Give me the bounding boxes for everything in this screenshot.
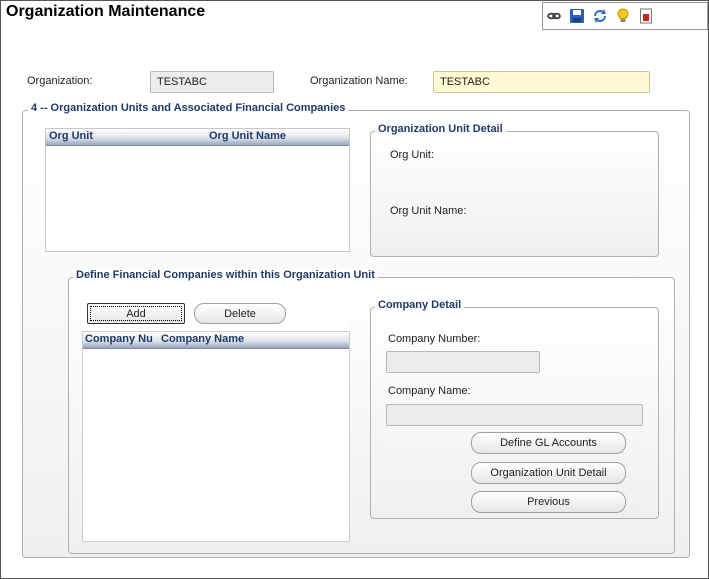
delete-button[interactable]: Delete: [194, 303, 286, 324]
column-header-org-unit-name[interactable]: Org Unit Name: [209, 130, 286, 142]
main-window: Organization Maintenance Organization: T…: [0, 0, 709, 579]
organization-name-field[interactable]: TESTABC: [433, 71, 650, 93]
link-icon[interactable]: [545, 7, 563, 25]
organization-name-label: Organization Name:: [310, 75, 408, 87]
company-name-field[interactable]: [386, 404, 643, 426]
organization-unit-detail-button[interactable]: Organization Unit Detail: [471, 462, 626, 484]
add-button[interactable]: Add: [87, 303, 185, 324]
save-icon[interactable]: [568, 7, 586, 25]
org-unit-grid-header: Org Unit Org Unit Name: [46, 129, 349, 146]
company-number-field[interactable]: [386, 351, 540, 373]
organization-label: Organization:: [27, 75, 93, 87]
lightbulb-icon[interactable]: [614, 7, 632, 25]
financial-companies-legend: Define Financial Companies within this O…: [73, 269, 378, 281]
page-title: Organization Maintenance: [6, 3, 206, 20]
column-header-org-unit[interactable]: Org Unit: [49, 130, 93, 142]
company-number-label: Company Number:: [388, 333, 481, 345]
org-unit-detail-legend: Organization Unit Detail: [375, 123, 506, 135]
org-units-legend: 4 -- Organization Units and Associated F…: [28, 102, 349, 114]
org-unit-name-label: Org Unit Name:: [390, 205, 467, 217]
column-header-company-name[interactable]: Company Name: [161, 333, 244, 345]
company-detail-legend: Company Detail: [375, 299, 465, 311]
organization-field[interactable]: TESTABC: [150, 71, 274, 93]
previous-button[interactable]: Previous: [471, 491, 626, 513]
toolbar: [542, 2, 708, 30]
refresh-icon[interactable]: [591, 7, 609, 25]
org-unit-label: Org Unit:: [390, 149, 435, 161]
company-grid[interactable]: Company Nu Company Name: [82, 331, 350, 542]
company-grid-header: Company Nu Company Name: [83, 332, 349, 349]
define-gl-accounts-button[interactable]: Define GL Accounts: [471, 432, 626, 454]
org-unit-grid[interactable]: Org Unit Org Unit Name: [45, 128, 350, 252]
column-header-company-number[interactable]: Company Nu: [85, 333, 153, 345]
company-name-label: Company Name:: [388, 385, 471, 397]
report-icon[interactable]: [637, 7, 655, 25]
